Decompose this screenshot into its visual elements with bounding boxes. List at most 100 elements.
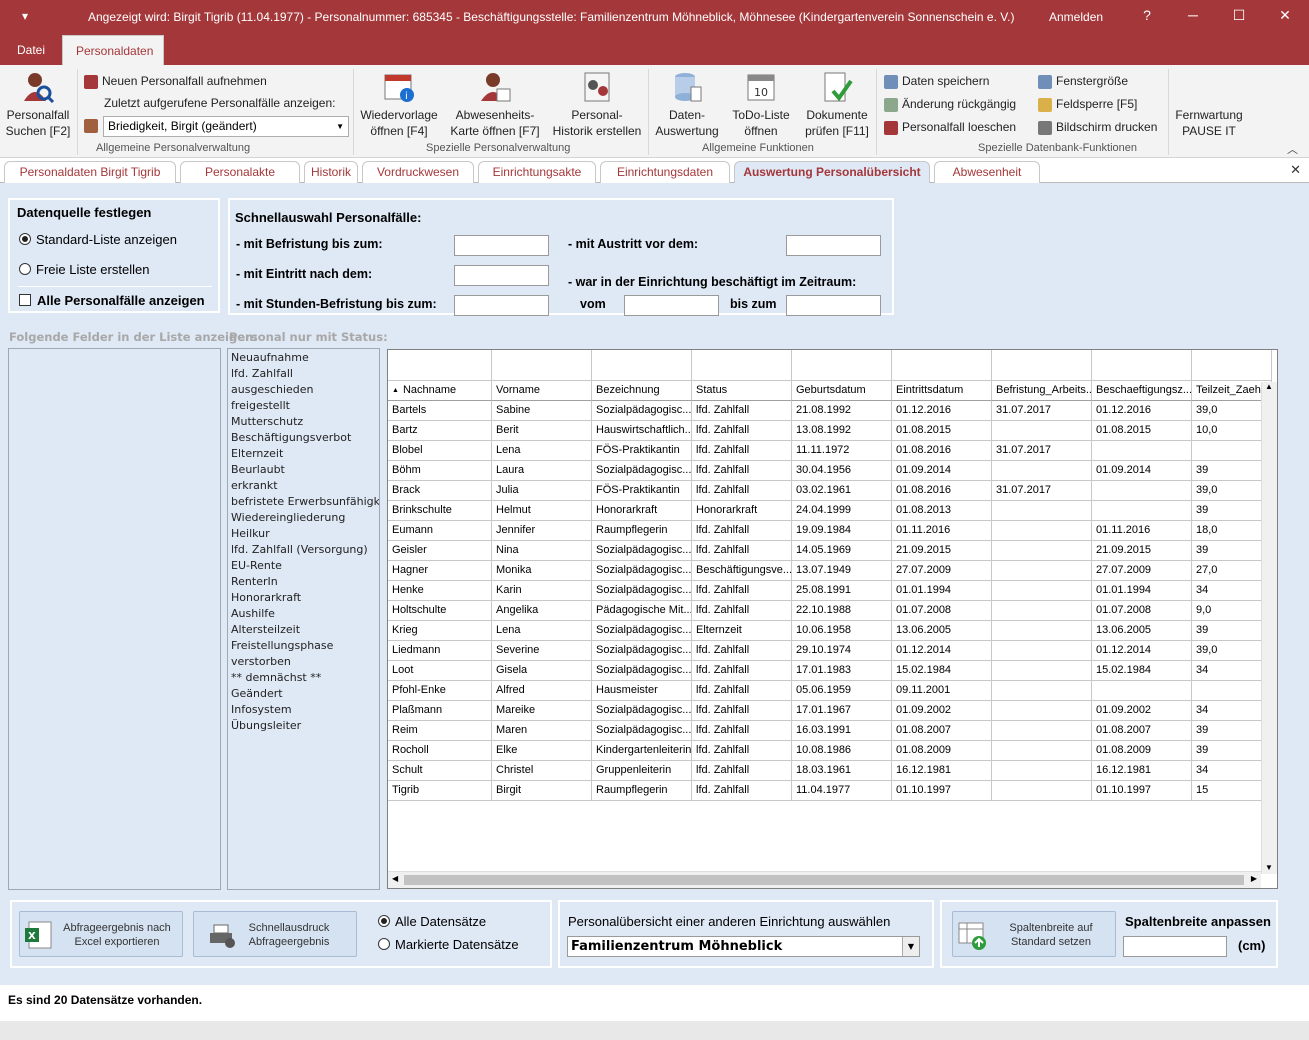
table-cell[interactable]: 10,0 [1192,421,1272,441]
personal-table[interactable]: ▲ Nachname Vorname Bezeichnung Status Geburts… [387,349,1278,889]
table-cell[interactable]: Liedmann [388,641,492,661]
table-cell[interactable]: lfd. Zahlfall [692,641,792,661]
status-list-item[interactable]: Geändert [231,686,283,702]
status-list-item[interactable]: Altersteilzeit [231,622,300,638]
table-cell[interactable] [1092,441,1192,461]
help-button[interactable]: ? [1137,7,1157,23]
table-cell[interactable] [992,721,1092,741]
table-cell[interactable]: 22.10.1988 [792,601,892,621]
table-cell[interactable] [992,621,1092,641]
table-cell[interactable]: 01.08.2009 [1092,741,1192,761]
fenstergroesse-button[interactable]: Fenstergröße [1038,71,1128,91]
table-cell[interactable]: Hausmeister [592,681,692,701]
table-cell[interactable]: 39,0 [1192,401,1272,421]
table-cell[interactable] [992,701,1092,721]
table-cell[interactable]: 16.03.1991 [792,721,892,741]
table-cell[interactable]: 30.04.1956 [792,461,892,481]
table-cell[interactable]: Sozialpädagogisc... [592,721,692,741]
table-cell[interactable]: 13.07.1949 [792,561,892,581]
table-cell[interactable]: Sozialpädagogisc... [592,561,692,581]
status-list-item[interactable]: erkrankt [231,478,278,494]
table-cell[interactable]: 03.02.1961 [792,481,892,501]
table-cell[interactable]: Schult [388,761,492,781]
tab-personaldaten[interactable]: Personaldaten Birgit Tigrib [4,161,176,183]
status-list-item[interactable]: freigestellt [231,398,290,414]
table-cell[interactable]: 39 [1192,621,1272,641]
table-cell[interactable] [992,781,1092,801]
table-cell[interactable]: FÖS-Praktikantin [592,481,692,501]
status-list-item[interactable]: Aushilfe [231,606,275,622]
zeitraum-bis-input[interactable] [786,295,881,316]
table-cell[interactable]: lfd. Zahlfall [692,681,792,701]
table-cell[interactable]: Sozialpädagogisc... [592,701,692,721]
status-list-item[interactable]: ** demnächst ** [231,670,321,686]
table-cell[interactable]: 31.07.2017 [992,401,1092,421]
dokumente-pruefen-button[interactable]: Dokumente prüfen [F11] [800,71,874,139]
status-list-item[interactable]: Freistellungsphase [231,638,333,654]
table-cell[interactable] [992,461,1092,481]
table-cell[interactable]: Bartels [388,401,492,421]
daten-speichern-button[interactable]: Daten speichern [884,71,989,91]
tab-personalakte[interactable]: Personalakte [180,161,300,183]
table-cell[interactable]: Sozialpädagogisc... [592,541,692,561]
table-cell[interactable]: 01.07.2008 [892,601,992,621]
column-header[interactable]: Geburtsdatum [792,381,892,401]
column-header[interactable]: Befristung_Arbeits... [992,381,1092,401]
table-cell[interactable]: 13.06.2005 [1092,621,1192,641]
radio-icon[interactable] [378,938,390,950]
table-cell[interactable]: 11.04.1977 [792,781,892,801]
table-cell[interactable]: Laura [492,461,592,481]
table-cell[interactable]: Sozialpädagogisc... [592,661,692,681]
scroll-down-icon[interactable]: ▼ [1265,863,1273,872]
close-tab-icon[interactable]: ✕ [1290,162,1301,178]
scroll-left-icon[interactable]: ◀ [392,874,398,883]
table-cell[interactable]: 01.09.2014 [1092,461,1192,481]
table-cell[interactable]: 19.09.1984 [792,521,892,541]
wiedervorlage-button[interactable]: i Wiedervorlage öffnen [F4] [357,71,441,139]
table-cell[interactable]: Sozialpädagogisc... [592,461,692,481]
table-cell[interactable] [992,581,1092,601]
todo-liste-button[interactable]: 10 ToDo-Liste öffnen [726,71,796,139]
table-cell[interactable]: Gisela [492,661,592,681]
excel-export-button[interactable]: X Abfrageergebnis nach Excel exportieren [19,911,183,957]
header-filter-cell[interactable] [692,350,792,381]
table-cell[interactable]: Maren [492,721,592,741]
tab-auswertung-personaluebersicht[interactable]: Auswertung Personalübersicht [734,161,930,183]
status-list-item[interactable]: Neuaufnahme [231,350,309,366]
sort-ascending-icon[interactable]: ▲ [392,387,399,394]
table-cell[interactable]: 01.08.2016 [892,441,992,461]
table-cell[interactable]: 01.10.1997 [1092,781,1192,801]
header-filter-cell[interactable] [892,350,992,381]
table-cell[interactable]: Bartz [388,421,492,441]
table-cell[interactable]: Böhm [388,461,492,481]
radio-markierte-datensaetze[interactable]: Markierte Datensätze [378,937,519,952]
status-list[interactable]: Neuaufnahme lfd. Zahlfall ausgeschieden fre… [227,348,380,890]
vertical-scrollbar[interactable]: ▲ ▼ [1261,382,1277,874]
status-list-item[interactable]: verstorben [231,654,291,670]
spaltenbreite-input[interactable] [1123,936,1227,957]
table-cell[interactable]: 01.11.2016 [1092,521,1192,541]
table-cell[interactable]: 01.08.2015 [892,421,992,441]
status-list-item[interactable]: Heilkur [231,526,270,542]
table-cell[interactable] [992,641,1092,661]
table-cell[interactable]: 39 [1192,461,1272,481]
tab-einrichtungsakte[interactable]: Einrichtungsakte [478,161,596,183]
header-filter-cell[interactable] [1092,350,1192,381]
table-cell[interactable]: 39 [1192,741,1272,761]
table-cell[interactable]: 01.09.2014 [892,461,992,481]
menu-datei[interactable]: Datei [4,35,58,65]
table-cell[interactable] [992,681,1092,701]
table-cell[interactable]: 01.01.1994 [1092,581,1192,601]
table-cell[interactable]: Jennifer [492,521,592,541]
checkbox-icon[interactable] [19,294,31,306]
table-cell[interactable]: 15 [1192,781,1272,801]
table-cell[interactable]: Alfred [492,681,592,701]
table-cell[interactable]: Honorarkraft [592,501,692,521]
table-cell[interactable]: 15.02.1984 [892,661,992,681]
table-cell[interactable]: 01.08.2007 [892,721,992,741]
table-cell[interactable]: Christel [492,761,592,781]
table-cell[interactable]: lfd. Zahlfall [692,521,792,541]
table-cell[interactable]: 31.07.2017 [992,481,1092,501]
table-cell[interactable]: 01.12.2016 [892,401,992,421]
table-cell[interactable] [1092,481,1192,501]
